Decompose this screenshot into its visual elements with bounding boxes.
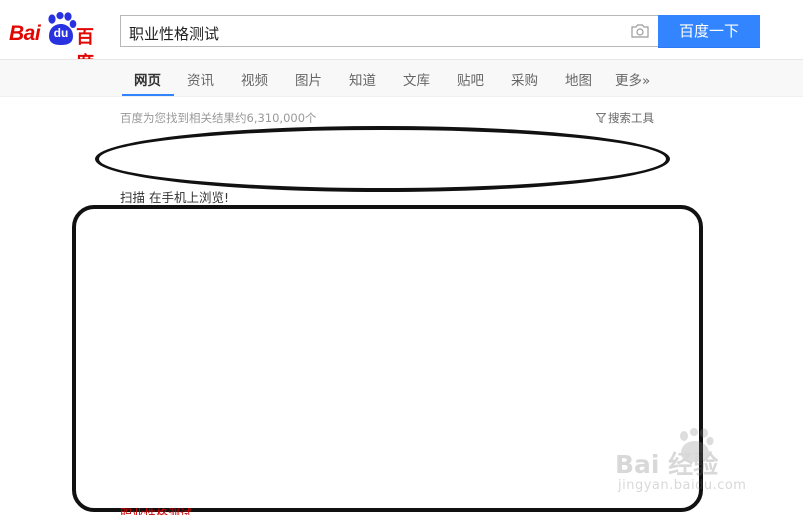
search-tools-button[interactable]: 搜索工具 xyxy=(596,110,654,126)
search-button[interactable]: 百度一下 xyxy=(658,15,760,48)
active-tab-indicator xyxy=(122,94,174,96)
jingyan-watermark: Bai 经验 jingyan.baidu.com xyxy=(615,428,765,508)
logo-du: du xyxy=(53,26,69,40)
tab-news[interactable]: 资讯 xyxy=(187,69,214,89)
search-input-value[interactable]: 职业性格测试 xyxy=(129,23,219,44)
funnel-icon xyxy=(596,113,606,123)
logo-latin: Bai xyxy=(9,22,41,45)
watermark-main-text: Bai 经验 xyxy=(615,450,719,479)
tab-purchase[interactable]: 采购 xyxy=(511,69,538,89)
tab-map[interactable]: 地图 xyxy=(565,69,592,89)
tab-tieba[interactable]: 贴吧 xyxy=(457,69,484,89)
baidu-search-page: Bai du 百度 职业性格测试 百度一下 网页 资讯 视频 图片 知道 文库 … xyxy=(0,0,803,515)
tab-zhidao[interactable]: 知道 xyxy=(349,69,376,89)
baidu-logo[interactable]: Bai du 百度 xyxy=(9,11,111,74)
scan-mobile-text[interactable]: 扫描 在手机上浏览! xyxy=(120,187,229,206)
result-count: 百度为您找到相关结果约6,310,000个 xyxy=(120,111,317,125)
search-tools-label: 搜索工具 xyxy=(608,111,654,125)
tab-wenku[interactable]: 文库 xyxy=(403,69,430,89)
redaction-rectangle xyxy=(72,205,703,512)
tab-images[interactable]: 图片 xyxy=(295,69,322,89)
tab-video[interactable]: 视频 xyxy=(241,69,268,89)
partial-result-text: 职业性格测试 xyxy=(120,508,193,515)
tab-more[interactable]: 更多» xyxy=(615,69,650,89)
search-nav-bar: 网页 资讯 视频 图片 知道 文库 贴吧 采购 地图 更多» xyxy=(0,59,803,97)
camera-icon[interactable] xyxy=(631,24,649,38)
search-input[interactable]: 职业性格测试 xyxy=(120,15,658,47)
watermark-sub-text: jingyan.baidu.com xyxy=(618,478,747,493)
redaction-oval xyxy=(95,126,670,192)
tab-web[interactable]: 网页 xyxy=(134,69,161,89)
